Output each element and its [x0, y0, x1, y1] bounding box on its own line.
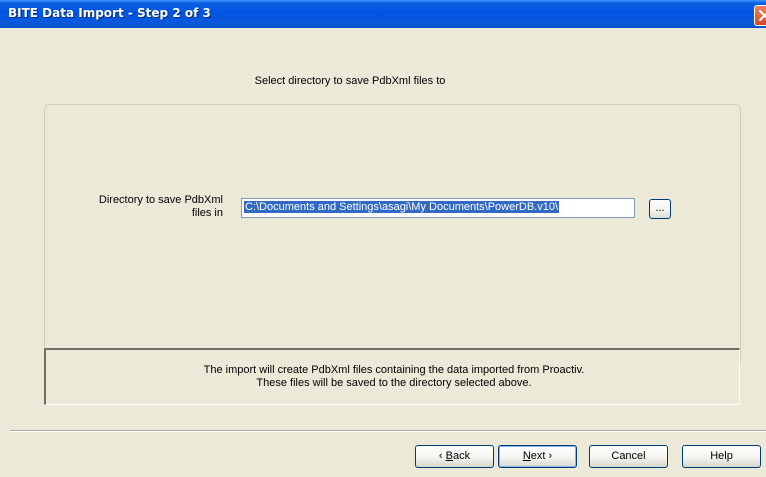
close-icon [759, 10, 766, 21]
directory-label: Directory to save PdbXml files in [70, 194, 223, 220]
directory-input[interactable]: C:\Documents and Settings\asagi\My Docum… [241, 198, 635, 218]
title-bar[interactable]: BITE Data Import - Step 2 of 3 [0, 0, 766, 28]
next-button-rest: ext › [530, 450, 553, 462]
next-button-mnemonic: N [522, 450, 531, 462]
next-button[interactable]: Next › [498, 445, 577, 468]
cancel-button[interactable]: Cancel [589, 445, 668, 468]
help-button[interactable]: Help [682, 445, 761, 468]
window-title: BITE Data Import - Step 2 of 3 [8, 6, 211, 20]
info-line-1: The import will create PdbXml files cont… [203, 364, 585, 376]
back-button-mnemonic: B [445, 450, 453, 462]
directory-group [44, 104, 741, 367]
dialog-window: BITE Data Import - Step 2 of 3 Select di… [0, 0, 766, 477]
back-button-rest: ack [452, 450, 471, 462]
info-panel: The import will create PdbXml files cont… [44, 348, 740, 405]
info-line-2: These files will be saved to the directo… [256, 377, 532, 389]
directory-input-value: C:\Documents and Settings\asagi\My Docum… [244, 201, 560, 213]
browse-button[interactable]: ... [649, 199, 671, 219]
button-separator [10, 430, 766, 432]
dialog-body: Select directory to save PdbXml files to… [0, 28, 766, 477]
close-button[interactable] [754, 5, 766, 26]
directory-label-line2: files in [191, 207, 223, 219]
back-button-prefix: ‹ [438, 450, 446, 462]
instruction-text: Select directory to save PdbXml files to [254, 75, 446, 87]
directory-label-line1: Directory to save PdbXml [98, 194, 223, 206]
back-button[interactable]: ‹ Back [415, 445, 494, 468]
